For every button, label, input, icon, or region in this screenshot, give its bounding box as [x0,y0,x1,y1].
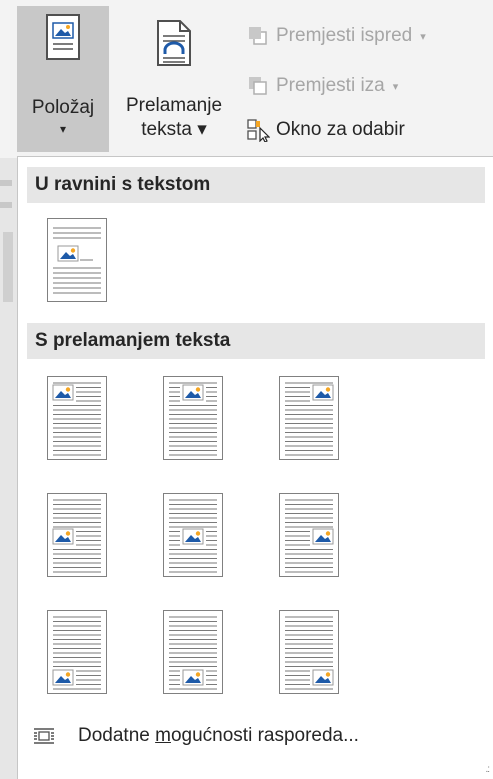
gutter-mark [0,202,12,208]
footer-text-prefix: Dodatne [78,725,156,746]
position-gallery-dropdown: U ravnini s tekstom S prelamanjem teksta [17,156,493,779]
resize-grip[interactable]: .: [485,764,489,775]
send-backward-caret: ▾ [392,80,399,93]
footer-text-suffix: ogućnosti rasporeda... [170,725,359,746]
wrap-text-icon [157,20,191,66]
selection-pane-button[interactable]: Okno za odabir [246,116,405,144]
layout-options-icon [34,728,54,744]
gutter-tab [3,232,13,302]
position-bottom-center-option[interactable] [163,610,223,694]
gutter-mark [0,180,12,186]
footer-accelerator-key: m [155,725,171,746]
position-bottom-right-option[interactable] [279,610,339,694]
more-layout-options-label: Dodatne mogućnosti rasporeda... [78,725,359,747]
inline-with-text-header: U ravnini s tekstom [27,167,485,203]
position-icon [46,14,80,60]
selection-pane-icon [247,119,270,142]
position-top-center-option[interactable] [163,376,223,460]
send-backward-button[interactable]: Premjesti iza ▾ [246,72,398,100]
ribbon: Položaj ▾ Prelamanje teksta ▾ Premjesti … [0,0,493,158]
wrap-text-label-line1: Prelamanje [125,95,223,116]
position-label: Položaj [31,97,95,118]
more-layout-options-item[interactable]: Dodatne mogućnosti rasporeda... [18,712,493,760]
with-text-wrapping-header: S prelamanjem teksta [27,323,485,359]
position-middle-center-option[interactable] [163,493,223,577]
wrap-text-button[interactable]: Prelamanje teksta ▾ [111,6,237,152]
position-button[interactable]: Položaj ▾ [17,6,109,152]
position-top-right-option[interactable] [279,376,339,460]
bring-forward-label: Premjesti ispred [276,25,413,46]
position-inline-option[interactable] [47,218,107,302]
position-middle-right-option[interactable] [279,493,339,577]
document-gutter [0,158,17,779]
send-backward-icon [249,77,267,95]
selection-pane-label: Okno za odabir [276,119,405,140]
position-bottom-left-option[interactable] [47,610,107,694]
position-caret: ▾ [59,122,67,136]
position-top-left-option[interactable] [47,376,107,460]
bring-forward-icon [249,27,267,45]
send-backward-label: Premjesti iza [276,75,385,96]
bring-forward-button[interactable]: Premjesti ispred ▾ [246,22,426,50]
position-middle-left-option[interactable] [47,493,107,577]
wrap-text-label-line2: teksta ▾ [141,119,207,140]
bring-forward-caret: ▾ [420,30,426,43]
